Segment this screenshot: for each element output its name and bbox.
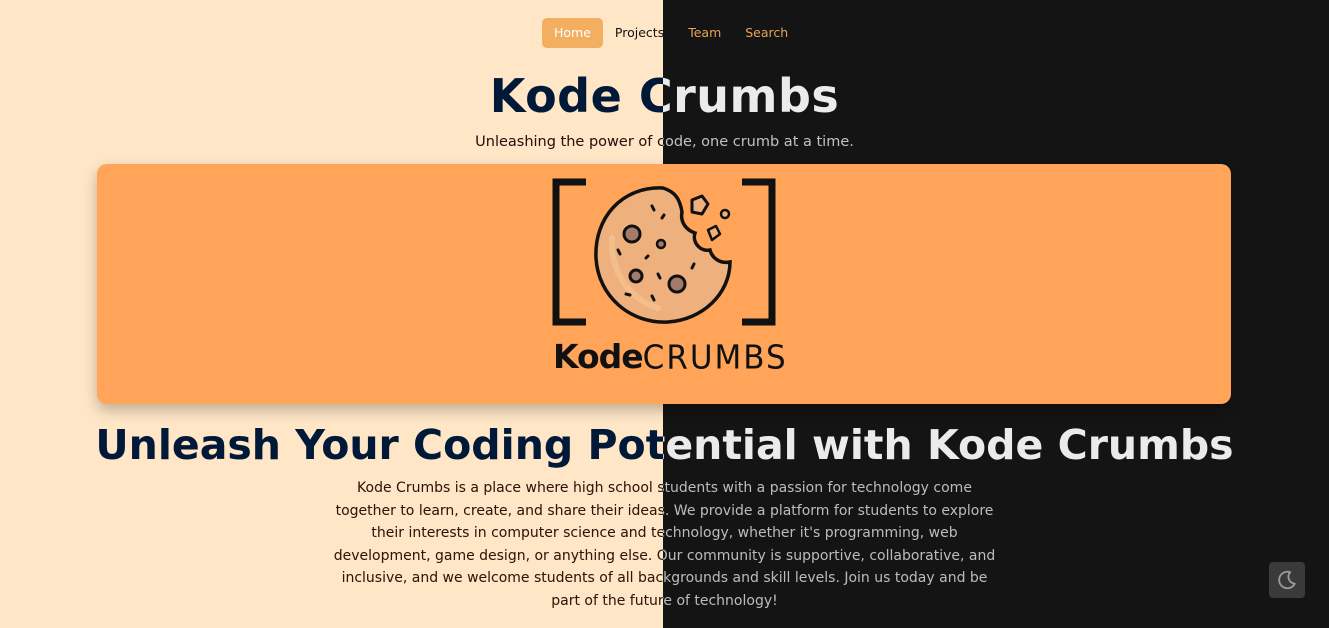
- hero-banner: Kode CRUMBS: [97, 164, 1231, 404]
- site-title: Kode Crumbs: [489, 69, 840, 123]
- main-description: Kode Crumbs is a place where high school…: [333, 480, 996, 609]
- nav-team[interactable]: Team: [676, 18, 733, 48]
- nav-projects[interactable]: Projects: [603, 18, 676, 48]
- main-headline: Unleash Your Coding Potential with Kode …: [95, 421, 1234, 469]
- logo-word-bold: Kode: [553, 337, 644, 376]
- top-navigation: Home Projects Team Search: [542, 18, 800, 48]
- site-tagline: Unleashing the power of code, one crumb …: [475, 134, 854, 150]
- moon-icon: [1278, 570, 1296, 590]
- theme-toggle-button[interactable]: [1269, 562, 1305, 598]
- nav-home[interactable]: Home: [542, 18, 603, 48]
- nav-search[interactable]: Search: [733, 18, 800, 48]
- logo-wordmark: Kode CRUMBS: [553, 336, 786, 377]
- logo-word-light: CRUMBS: [642, 339, 788, 377]
